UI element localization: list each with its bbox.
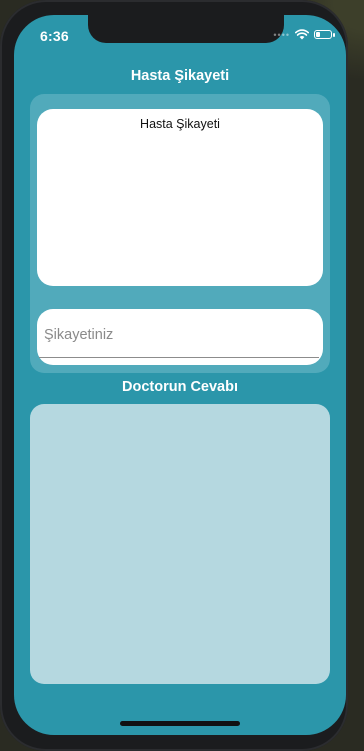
status-icons: •••• <box>273 29 335 40</box>
complaint-input-container <box>37 309 323 365</box>
complaint-input[interactable] <box>44 327 316 343</box>
complaint-panel: Hasta Şikayeti <box>30 94 330 373</box>
battery-icon <box>314 30 335 39</box>
device-notch <box>88 15 284 43</box>
complaint-display-box: Hasta Şikayeti <box>37 109 323 286</box>
status-time: 6:36 <box>40 28 69 44</box>
battery-level <box>316 32 320 37</box>
phone-frame: 6:36 •••• Hasta Şikayeti Hasta Şikayeti … <box>0 0 348 751</box>
input-underline <box>39 357 319 358</box>
app-screen: 6:36 •••• Hasta Şikayeti Hasta Şikayeti … <box>14 15 346 735</box>
answer-section-title: Doctorun Cevabı <box>121 379 238 395</box>
wifi-icon <box>295 29 309 40</box>
signal-dots-icon: •••• <box>273 29 290 40</box>
doctor-answer-box <box>30 404 330 684</box>
home-indicator <box>120 721 240 726</box>
complaint-box-title: Hasta Şikayeti <box>140 117 220 131</box>
complaint-section-title: Hasta Şikayeti <box>130 68 230 84</box>
